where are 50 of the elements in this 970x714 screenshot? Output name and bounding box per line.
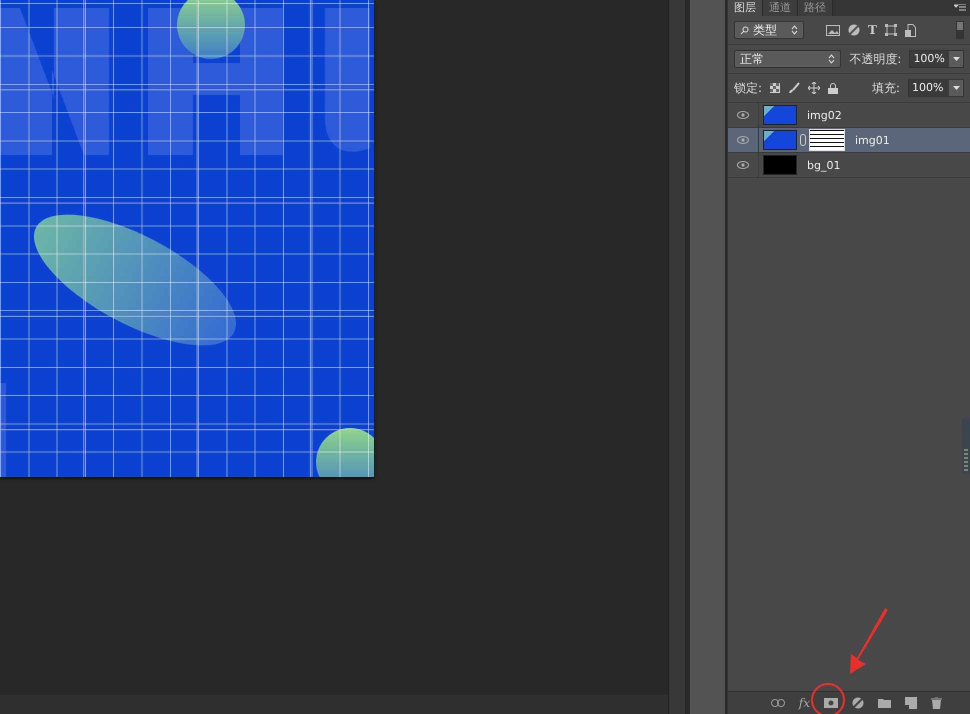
layer-style-button[interactable]: fx <box>798 696 810 710</box>
layer-row[interactable]: img02 <box>728 103 970 128</box>
fill-field[interactable]: 100% <box>908 79 964 97</box>
layer-row[interactable]: bg_01 <box>728 153 970 178</box>
filter-dropdown[interactable]: 类型 <box>734 21 804 39</box>
triangle-down-icon <box>952 57 960 61</box>
opacity-label: 不透明度: <box>849 50 902 68</box>
panel-tab[interactable]: 通道 <box>763 0 798 16</box>
layer-thumbnail <box>763 155 797 175</box>
search-icon <box>740 26 749 34</box>
layer-row[interactable]: img01 <box>728 128 970 153</box>
panel-tab[interactable]: 路径 <box>798 0 833 16</box>
layer-name: img02 <box>807 108 842 122</box>
shape-filter-icon[interactable] <box>884 24 897 36</box>
layer-name: img01 <box>855 134 890 146</box>
dropdown-button[interactable] <box>949 80 963 96</box>
lock-icon[interactable] <box>828 82 838 94</box>
add-mask-icon[interactable] <box>824 698 838 708</box>
image-filter-icon[interactable] <box>826 24 840 36</box>
adjustment-filter-icon[interactable] <box>848 24 860 36</box>
panel-menu-icon[interactable] <box>954 4 966 12</box>
brush-icon[interactable] <box>788 82 800 94</box>
layer-mask-thumbnail <box>809 129 845 151</box>
triangle-down-icon <box>952 86 960 90</box>
lock-transparency-icon[interactable] <box>770 83 780 93</box>
lock-label: 锁定: <box>734 80 762 96</box>
panel-tab[interactable]: 图层 <box>728 0 763 16</box>
link-icon[interactable] <box>770 699 785 707</box>
move-icon[interactable] <box>808 82 820 94</box>
chain-link-icon[interactable] <box>800 134 806 146</box>
dropdown-button[interactable] <box>949 51 963 67</box>
dropdown-arrow-icon <box>791 25 798 35</box>
dropdown-arrow-icon <box>828 54 836 64</box>
layer-name: bg_01 <box>807 158 840 172</box>
eye-icon[interactable] <box>737 161 749 169</box>
layer-thumbnail <box>763 105 797 125</box>
type-filter-icon[interactable]: T <box>868 23 877 37</box>
new-layer-icon[interactable] <box>905 697 917 709</box>
smart-object-filter-icon[interactable] <box>904 24 916 36</box>
trash-icon[interactable] <box>931 697 942 709</box>
eye-icon[interactable] <box>737 136 749 144</box>
layer-thumbnail <box>763 130 797 150</box>
folder-icon[interactable] <box>878 698 891 708</box>
filter-toggle-icon[interactable] <box>956 21 964 39</box>
opacity-field[interactable]: 100% <box>909 50 964 68</box>
adjustment-layer-icon[interactable] <box>852 697 864 709</box>
eye-icon[interactable] <box>737 111 749 119</box>
annotation-arrow <box>850 608 888 674</box>
fill-label: 填充: <box>872 80 900 96</box>
blend-mode-dropdown[interactable]: 正常 <box>734 50 842 68</box>
